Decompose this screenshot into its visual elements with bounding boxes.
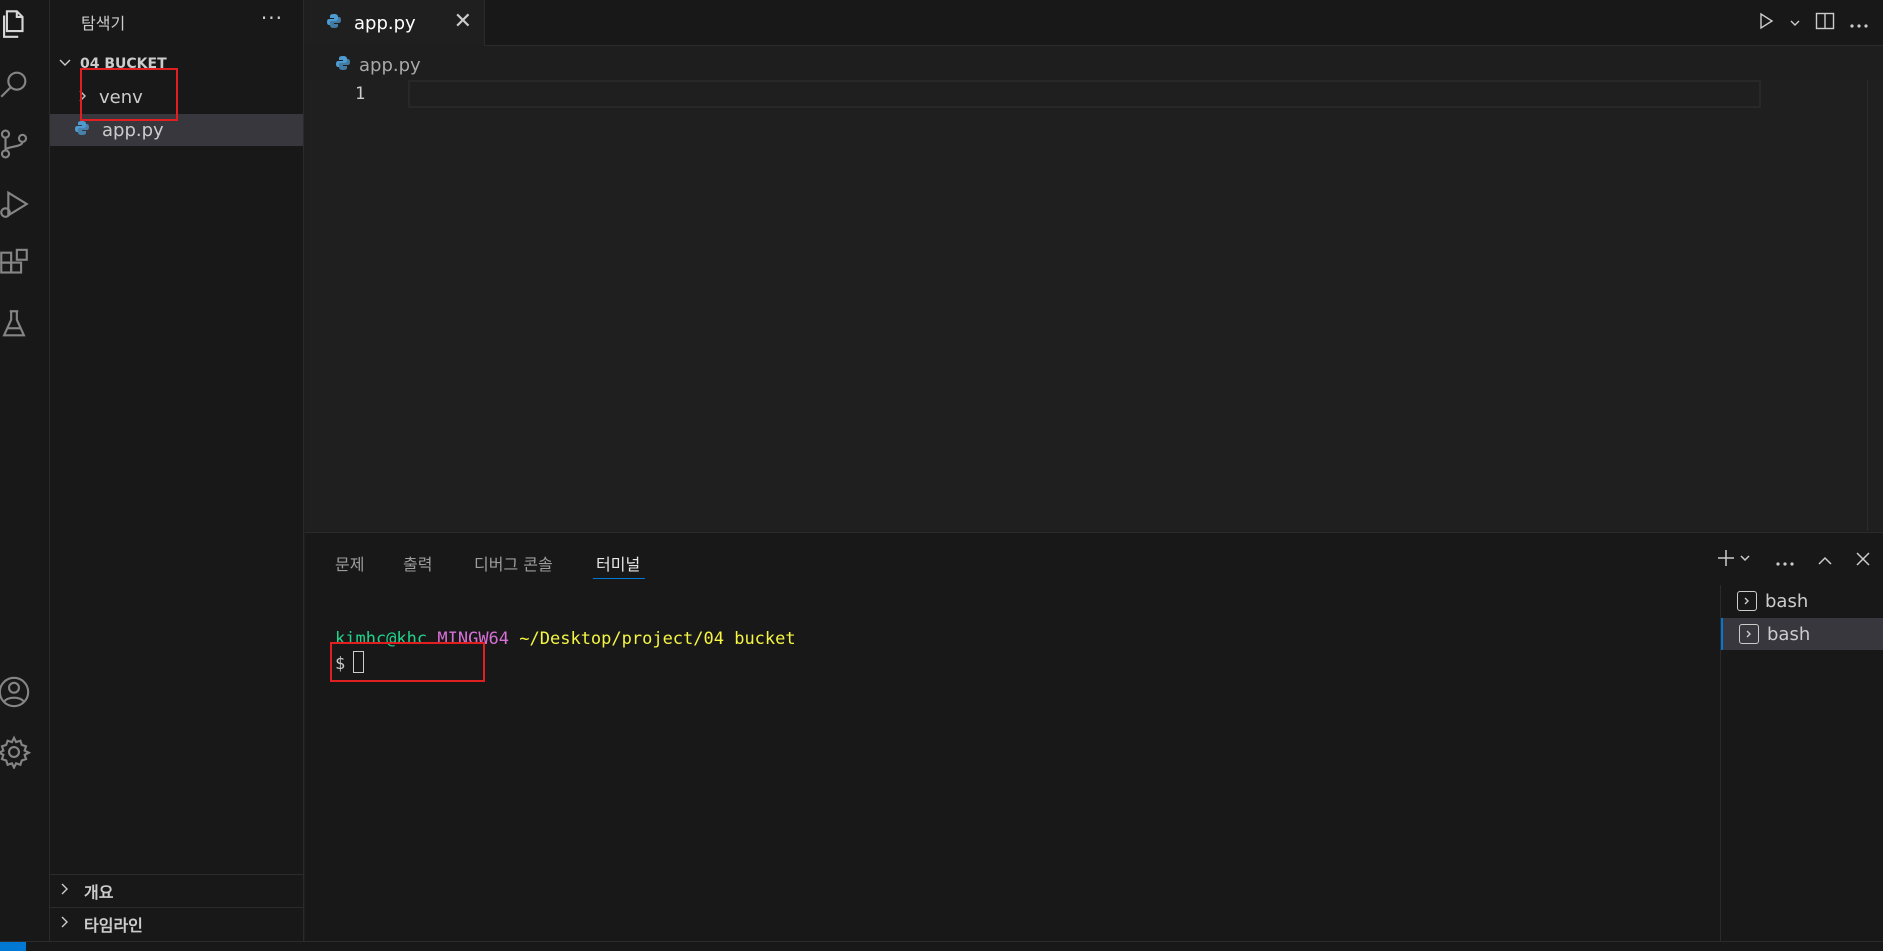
- terminal-item-label: bash: [1765, 590, 1809, 612]
- breadcrumb-file: app.py: [359, 54, 421, 76]
- outline-section-label: 개요: [84, 882, 114, 902]
- annotation-box-venv: [80, 68, 178, 121]
- files-icon[interactable]: [0, 4, 34, 44]
- timeline-section-label: 타임라인: [84, 915, 143, 935]
- more-actions-icon[interactable]: ···: [261, 6, 283, 30]
- tab-output[interactable]: 출력: [403, 551, 432, 575]
- chevron-right-icon: [58, 881, 74, 900]
- tree-item-label: app.py: [102, 119, 164, 141]
- tab-debug-console[interactable]: 디버그 콘솔: [474, 551, 553, 575]
- status-bar: [0, 941, 1883, 951]
- terminal-list: bash bash: [1720, 585, 1883, 942]
- terminal-path: ~/Desktop/project/04 bucket: [519, 629, 796, 649]
- timeline-section[interactable]: 타임라인: [50, 907, 303, 939]
- terminal-item-label: bash: [1767, 623, 1811, 645]
- tab-label: app.py: [354, 12, 416, 34]
- outline-section[interactable]: 개요: [50, 874, 303, 906]
- run-icon[interactable]: [1757, 12, 1775, 35]
- chevron-right-icon: [58, 914, 74, 933]
- code-editor[interactable]: 1: [305, 80, 1883, 531]
- python-file-icon: [326, 13, 344, 33]
- split-editor-icon[interactable]: [1815, 12, 1835, 35]
- bottom-panel: 문제 출력 디버그 콘솔 터미널 kimhc@khc MINGW64 ~/Des…: [305, 532, 1883, 942]
- python-file-icon: [335, 55, 351, 76]
- run-debug-icon[interactable]: [0, 184, 34, 224]
- terminal-icon: [1739, 624, 1759, 644]
- terminal-item[interactable]: bash: [1721, 618, 1883, 650]
- terminal-item[interactable]: bash: [1721, 585, 1883, 617]
- more-actions-icon[interactable]: [1849, 13, 1869, 34]
- more-actions-icon[interactable]: [1775, 548, 1795, 572]
- line-number: 1: [355, 84, 366, 104]
- remote-indicator[interactable]: [0, 942, 26, 951]
- active-tab-indicator: [593, 578, 645, 579]
- editor-scrollbar[interactable]: [1867, 80, 1883, 531]
- terminal-icon: [1737, 591, 1757, 611]
- python-file-icon: [74, 120, 92, 141]
- account-icon[interactable]: [0, 672, 34, 712]
- annotation-box-prompt: [330, 642, 485, 682]
- close-panel-icon[interactable]: [1855, 548, 1871, 572]
- close-icon[interactable]: ✕: [454, 9, 472, 34]
- activity-bar: [0, 0, 50, 941]
- settings-gear-icon[interactable]: [0, 732, 34, 772]
- extensions-icon[interactable]: [0, 244, 34, 284]
- explorer-sidebar: 탐색기 ··· 04 BUCKET venv app.py 개요 타임라인: [50, 0, 304, 941]
- editor-actions: [1757, 0, 1883, 46]
- explorer-title: 탐색기: [81, 14, 126, 33]
- new-terminal-icon[interactable]: [1717, 548, 1753, 572]
- source-control-icon[interactable]: [0, 124, 34, 164]
- editor-tab-bar: app.py ✕: [305, 0, 1883, 46]
- tab-problems[interactable]: 문제: [335, 551, 364, 575]
- maximize-panel-icon[interactable]: [1817, 548, 1833, 572]
- search-icon[interactable]: [0, 64, 34, 104]
- tab-app-py[interactable]: app.py ✕: [305, 0, 485, 46]
- tab-terminal[interactable]: 터미널: [596, 551, 640, 575]
- panel-actions: [1717, 545, 1883, 575]
- chevron-down-icon[interactable]: [1789, 13, 1801, 34]
- chevron-down-icon: [58, 55, 74, 74]
- breadcrumb[interactable]: app.py: [335, 52, 421, 78]
- testing-icon[interactable]: [0, 304, 34, 344]
- current-line-highlight: [408, 80, 1761, 108]
